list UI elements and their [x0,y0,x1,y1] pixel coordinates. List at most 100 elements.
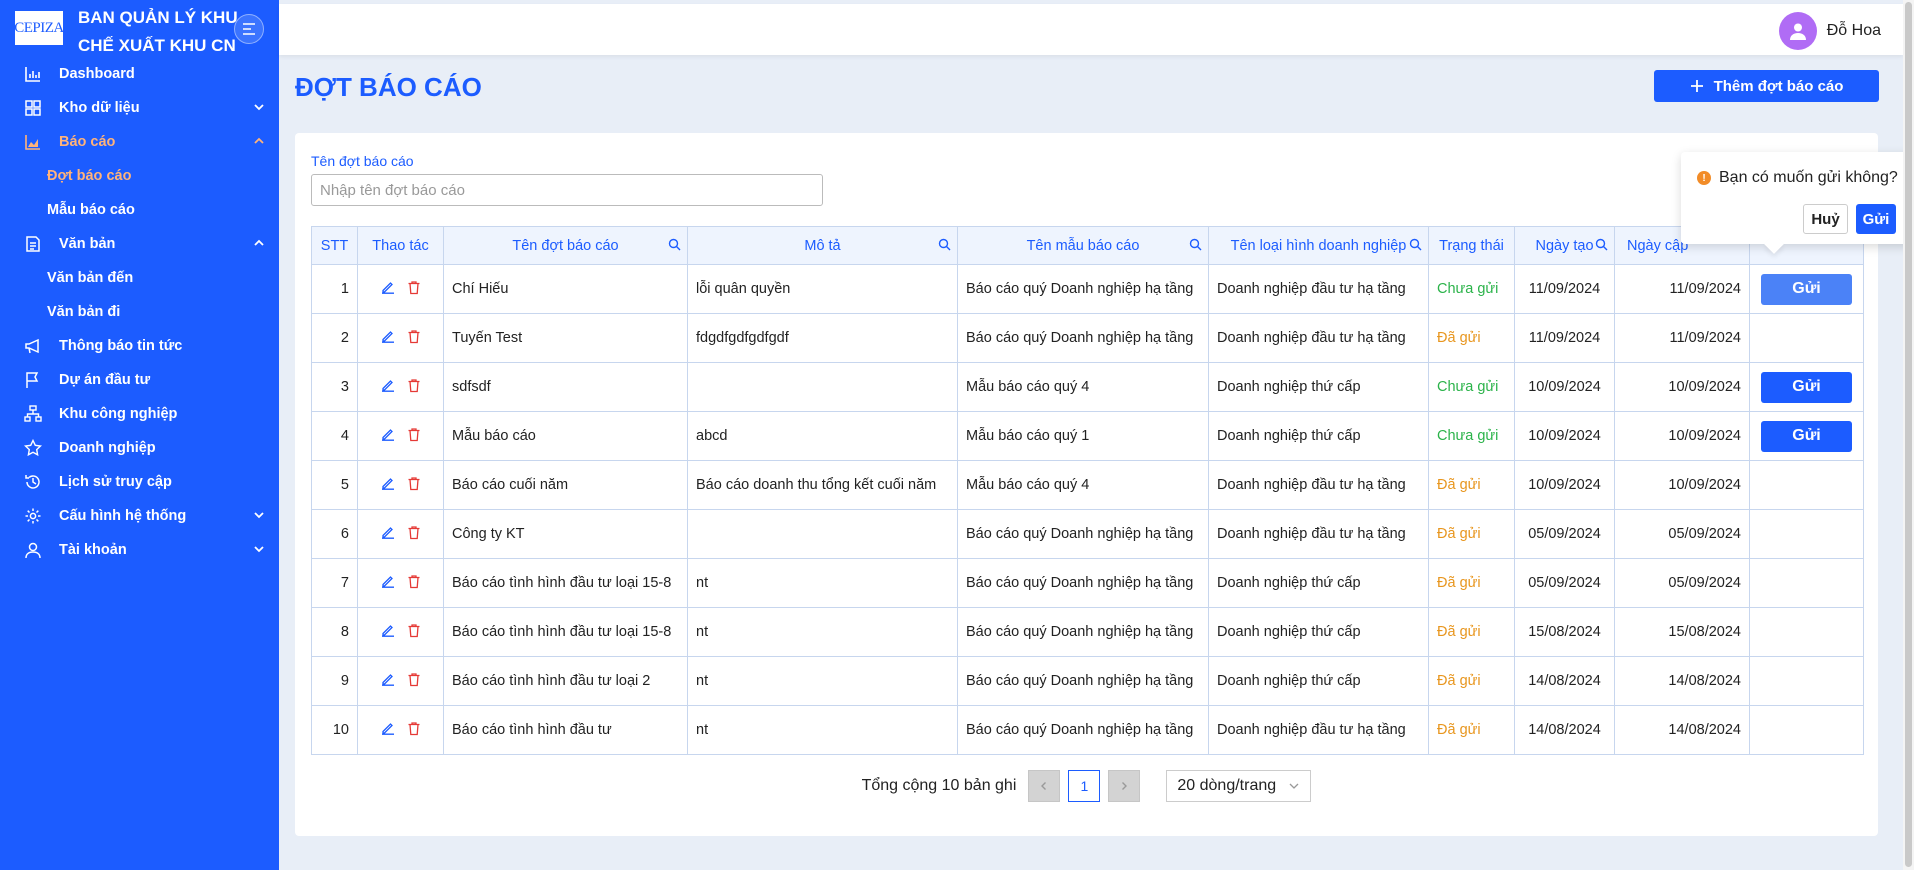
status-badge: Đã gửi [1428,656,1515,706]
cell-description: nt [687,705,958,755]
user-avatar-icon [1789,23,1806,40]
table-row: 6 Công ty KT Báo cáo quý Doanh nghiệp hạ t… [311,509,1864,559]
sidebar-subitem-dot-bao-cao[interactable]: Đợt báo cáo [0,159,279,193]
sidebar-toggle-button[interactable] [234,14,264,44]
cell-template: Báo cáo quý Doanh nghiệp hạ tầng [957,705,1209,755]
cell-actions [357,313,444,363]
cell-created-date: 05/09/2024 [1514,509,1615,559]
edit-icon[interactable] [381,280,395,298]
edit-icon[interactable] [381,427,395,445]
cell-created-date: 10/09/2024 [1514,411,1615,461]
report-name-search-input[interactable] [311,174,823,206]
sidebar-item-khu-cong-nghiep[interactable]: Khu công nghiệp [0,397,279,431]
table-row: 1 Chí Hiếu lỗi quân quyền Báo cáo quý Doanh… [311,264,1864,314]
search-icon[interactable] [1189,238,1202,251]
delete-icon[interactable] [407,427,421,446]
edit-icon[interactable] [381,378,395,396]
sidebar-item-kho-du-lieu[interactable]: Kho dữ liệu [0,91,279,125]
cell-updated-date: 10/09/2024 [1614,460,1750,510]
page-scrollbar[interactable] [1903,0,1914,870]
prev-page-button[interactable] [1028,770,1061,802]
edit-icon[interactable] [381,574,395,592]
page-size-select[interactable]: 20 dòng/trang [1166,770,1312,802]
sidebar: CEPIZA BAN QUẢN LÝ KHU CHẾ XUẤT KHU CN D… [0,0,279,870]
cell-send [1749,460,1864,510]
plus-icon [1690,80,1703,92]
user-menu[interactable]: Đỗ Hoa [1778,12,1881,50]
sidebar-item-du-an-dau-tu[interactable]: Dự án đầu tư [0,363,279,397]
popover-confirm-send-button[interactable]: Gửi [1856,204,1896,234]
status-badge: Chưa gửi [1428,264,1515,314]
status-badge: Đã gửi [1428,313,1515,363]
add-report-batch-button[interactable]: Thêm đợt báo cáo [1654,70,1879,102]
chart-bar-icon [22,63,44,85]
popover-cancel-button[interactable]: Huỷ [1803,204,1848,234]
search-icon[interactable] [938,238,951,251]
delete-icon[interactable] [407,574,421,593]
cell-business-type: Doanh nghiệp đầu tư hạ tầng [1208,313,1429,363]
delete-icon[interactable] [407,623,421,642]
table-row: 7 Báo cáo tình hình đầu tư loại 15-8 nt Báo… [311,558,1864,608]
pagination-total: Tổng cộng 10 bản ghi [861,777,1017,794]
delete-icon[interactable] [407,329,421,348]
scrollbar-thumb[interactable] [1905,2,1912,867]
sidebar-item-doanh-nghiep[interactable]: Doanh nghiệp [0,431,279,465]
delete-icon[interactable] [407,672,421,691]
search-icon[interactable] [1595,238,1608,251]
col-header-template[interactable]: Tên mẫu báo cáo [957,226,1209,265]
table-row: 9 Báo cáo tình hình đầu tư loại 2 nt Báo cá… [311,656,1864,706]
cell-send: Gửi [1749,264,1864,314]
cell-send [1749,705,1864,755]
delete-icon[interactable] [407,378,421,397]
sidebar-item-thong-bao-tin-tuc[interactable]: Thông báo tin tức [0,329,279,363]
edit-icon[interactable] [381,329,395,347]
sidebar-subitem-van-ban-den[interactable]: Văn bản đến [0,261,279,295]
col-header-description[interactable]: Mô tả [687,226,958,265]
edit-icon[interactable] [381,721,395,739]
delete-icon[interactable] [407,721,421,740]
cell-send [1749,558,1864,608]
user-icon [22,539,44,561]
cell-send: Gửi [1749,362,1864,412]
cell-business-type: Doanh nghiệp thứ cấp [1208,362,1429,412]
cell-stt: 1 [311,264,358,314]
send-button[interactable]: Gửi [1761,273,1852,305]
col-header-business-type[interactable]: Tên loại hình doanh nghiệp [1208,226,1429,265]
sidebar-item-dashboard[interactable]: Dashboard [0,57,279,91]
cell-created-date: 11/09/2024 [1514,264,1615,314]
cell-updated-date: 15/08/2024 [1614,607,1750,657]
col-header-name[interactable]: Tên đợt báo cáo [443,226,688,265]
sidebar-item-bao-cao[interactable]: Báo cáo [0,125,279,159]
page-number-button[interactable]: 1 [1068,770,1101,802]
sidebar-subitem-mau-bao-cao[interactable]: Mẫu báo cáo [0,193,279,227]
cell-stt: 7 [311,558,358,608]
table-header-row: STT Thao tác Tên đợt báo cáo Mô tả Tên m… [311,226,1864,265]
col-header-created[interactable]: Ngày tạo [1514,226,1615,265]
sidebar-item-van-ban[interactable]: Văn bản [0,227,279,261]
cell-actions [357,411,444,461]
brand-title: BAN QUẢN LÝ KHU CHẾ XUẤT KHU CN [78,8,238,55]
sidebar-item-lich-su-truy-cap[interactable]: Lịch sử truy cập [0,465,279,499]
sidebar-item-tai-khoan[interactable]: Tài khoản [0,533,279,567]
delete-icon[interactable] [407,280,421,299]
sidebar-subitem-van-ban-di[interactable]: Văn bản đi [0,295,279,329]
search-icon[interactable] [1409,238,1422,251]
send-button[interactable]: Gửi [1761,420,1852,452]
sidebar-item-cau-hinh-he-thong[interactable]: Cấu hình hệ thống [0,499,279,533]
cell-description: Báo cáo doanh thu tổng kết cuối năm [687,460,958,510]
avatar[interactable] [1778,12,1817,50]
edit-icon[interactable] [381,476,395,494]
send-button[interactable]: Gửi [1761,371,1852,403]
next-page-button[interactable] [1108,770,1141,802]
edit-icon[interactable] [381,672,395,690]
cell-stt: 4 [311,411,358,461]
edit-icon[interactable] [381,623,395,641]
cell-business-type: Doanh nghiệp đầu tư hạ tầng [1208,264,1429,314]
table-row: 4 Mẫu báo cáo abcd Mẫu báo cáo quý 1 Doanh n… [311,411,1864,461]
delete-icon[interactable] [407,525,421,544]
status-badge: Chưa gửi [1428,362,1515,412]
edit-icon[interactable] [381,525,395,543]
cell-description: fdgdfgdfgdfgdf [687,313,958,363]
search-icon[interactable] [668,238,681,251]
delete-icon[interactable] [407,476,421,495]
